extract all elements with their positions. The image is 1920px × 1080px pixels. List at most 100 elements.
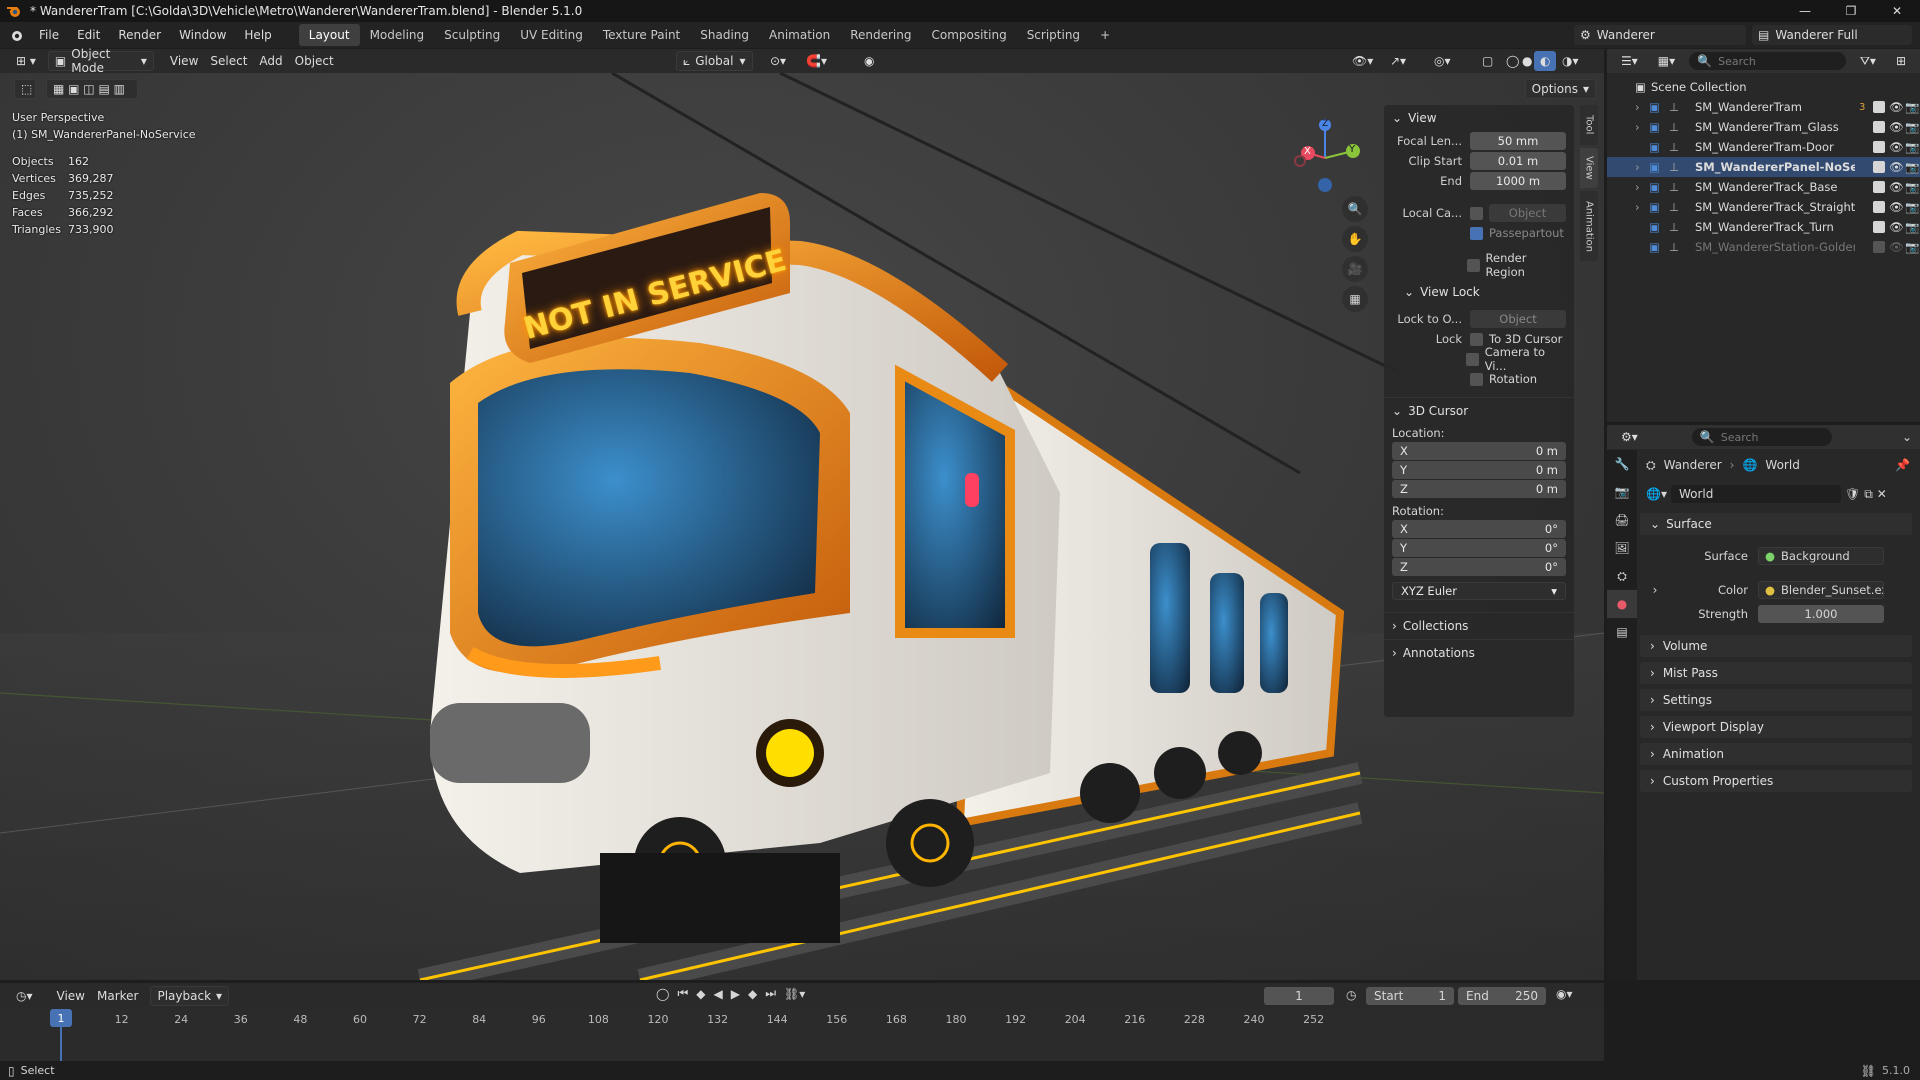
eye-icon[interactable]: 👁 [1889,220,1904,234]
menu-render[interactable]: Render [109,28,170,42]
local-camera-checkbox[interactable] [1470,206,1483,220]
display-mode-icon[interactable]: ▦▾ [1652,51,1681,71]
restore-icon[interactable]: ❐ [1828,0,1874,22]
lock-rotation-checkbox[interactable] [1470,372,1483,386]
expand-arrow-icon[interactable]: › [1635,200,1640,214]
color-texture-field[interactable]: ● Blender_Sunset.exr [1758,581,1884,599]
local-camera-field[interactable]: Object [1489,204,1566,222]
world-tab-icon[interactable]: ● [1607,590,1637,618]
outliner-item[interactable]: › ▣ ⊥ SM_WandererTram 3 👁 📷 [1607,97,1920,117]
property-section-header[interactable]: › Volume [1640,635,1912,657]
pivot-point-icon[interactable]: ⊙▾ [764,51,792,71]
visibility-icon[interactable]: 👁▾ [1346,51,1379,71]
menu-object[interactable]: Object [289,51,340,71]
collections-panel-header[interactable]: › Collections [1384,612,1574,639]
passepartout-checkbox[interactable] [1470,226,1483,240]
menu-file[interactable]: File [30,28,68,42]
property-section-header[interactable]: › Settings [1640,689,1912,711]
exclude-checkbox[interactable] [1873,141,1885,153]
expand-arrow-icon[interactable]: › [1635,160,1640,174]
menu-view[interactable]: View [164,51,204,71]
material-shading-icon[interactable]: ◐ [1534,51,1557,71]
overlays-icon[interactable]: ◎▾ [1428,51,1457,71]
collection-tab-icon[interactable]: ▤ [1607,618,1637,646]
camera-icon[interactable]: 📷 [1905,100,1919,114]
camera-icon[interactable]: 📷 [1905,120,1919,134]
tab-shading[interactable]: Shading [690,24,759,46]
scene-tab-icon[interactable]: ⛭ [1607,562,1637,590]
eye-icon[interactable]: 👁 [1889,140,1904,154]
snapping-icon[interactable]: ◉▾ [1556,987,1573,1001]
outliner-editor-icon[interactable]: ☰▾ [1615,51,1644,71]
outliner-search-input[interactable]: 🔍 Search [1689,52,1846,70]
keying-set-icon[interactable]: ⛓▾ [784,987,805,1001]
navigation-gizmo[interactable]: Z Y X [1290,113,1360,193]
exclude-checkbox[interactable] [1873,101,1885,113]
menu-window[interactable]: Window [170,28,235,42]
tab-animation-side[interactable]: Animation [1580,191,1598,261]
tab-layout[interactable]: Layout [298,24,360,46]
end-frame-field[interactable]: End 250 [1458,987,1546,1005]
use-preview-range-icon[interactable]: ◷ [1346,988,1356,1002]
eye-icon[interactable]: 👁 [1889,240,1904,254]
new-collection-icon[interactable]: ⊞ [1890,51,1912,71]
exclude-checkbox[interactable] [1873,181,1885,193]
timeline-editor-icon[interactable]: ◷▾ [10,986,39,1006]
cursor-location-x[interactable]: X0 m [1392,442,1566,460]
exclude-checkbox[interactable] [1873,241,1885,253]
rendered-shading-icon[interactable]: ◑▾ [1556,51,1585,71]
surface-panel-header[interactable]: ⌄ Surface [1640,513,1912,535]
outliner-item[interactable]: ▣ ⊥ SM_WandererTram-Door 👁 📷 [1607,137,1920,157]
camera-icon[interactable]: 📷 [1905,140,1919,154]
surface-shader-field[interactable]: ● Background [1758,547,1884,565]
cursor-rotation-z[interactable]: Z 0° [1392,558,1566,576]
3d-viewport[interactable]: ⬚ ▦ ▣ ◫ ▤ ▥ Options ▾ User Perspective (… [0,73,1604,980]
timeline-menu-view[interactable]: View [51,986,91,1006]
snap-icon[interactable]: 🧲▾ [800,51,833,71]
zoom-icon[interactable]: 🔍 [1342,196,1368,222]
play-reverse-icon[interactable]: ◀ [713,987,722,1001]
outliner-item[interactable]: › ▣ ⊥ SM_WandererTrack_Base 👁 📷 [1607,177,1920,197]
cursor-rotation-x[interactable]: X 0° [1392,520,1566,538]
expand-arrow-icon[interactable]: › [1635,180,1640,194]
rotation-mode-dropdown[interactable]: XYZ Euler ▾ [1392,582,1566,600]
tab-animation[interactable]: Animation [759,24,840,46]
outliner-item[interactable]: ▣ ⊥ SM_WandererTrack_Turn 👁 📷 [1607,217,1920,237]
eye-icon[interactable]: 👁 [1889,100,1904,114]
output-tab-icon[interactable]: 🖨 [1607,506,1637,534]
minimize-icon[interactable]: — [1782,0,1828,22]
scene-collection-row[interactable]: ▣ Scene Collection [1607,77,1920,97]
blender-menu-icon[interactable] [8,27,24,43]
menu-edit[interactable]: Edit [68,28,109,42]
view-lock-header[interactable]: ⌄ View Lock [1384,279,1574,305]
cursor-location-z[interactable]: Z0 m [1392,480,1566,498]
menu-add[interactable]: Add [253,51,288,71]
object-mode-dropdown[interactable]: ▣ Object Mode ▾ [47,47,154,75]
jump-start-icon[interactable]: ⏮ [677,986,688,1001]
close-icon[interactable]: ✕ [1874,0,1920,22]
playhead[interactable]: 1 [50,1009,72,1027]
3d-cursor-header[interactable]: ⌄ 3D Cursor [1384,397,1574,424]
tab-uv-editing[interactable]: UV Editing [510,24,593,46]
eye-icon[interactable]: 👁 [1889,200,1904,214]
lock-to-cursor-checkbox[interactable] [1470,332,1483,346]
start-frame-field[interactable]: Start 1 [1366,987,1454,1005]
camera-icon[interactable]: 📷 [1905,220,1919,234]
tab-compositing[interactable]: Compositing [921,24,1016,46]
expand-arrow-icon[interactable]: › [1635,120,1640,134]
playback-dropdown[interactable]: Playback ▾ [150,986,230,1006]
cursor-location-y[interactable]: Y0 m [1392,461,1566,479]
scene-selector[interactable]: ⚙ Wanderer [1574,25,1746,45]
menu-select[interactable]: Select [204,51,253,71]
unlink-icon[interactable]: ✕ [1877,487,1887,501]
annotations-panel-header[interactable]: › Annotations [1384,639,1574,666]
cursor-rotation-y[interactable]: Y 0° [1392,539,1566,557]
tab-modeling[interactable]: Modeling [360,24,435,46]
camera-icon[interactable]: 📷 [1905,180,1919,194]
timeline-menu-marker[interactable]: Marker [91,986,144,1006]
add-workspace-button[interactable]: + [1090,24,1120,46]
property-section-header[interactable]: › Custom Properties [1640,770,1912,792]
pan-hand-icon[interactable]: ✋ [1342,226,1368,252]
tool-tab-icon[interactable]: 🔧 [1607,450,1637,478]
world-browse-icon[interactable]: 🌐▾ [1646,487,1667,501]
